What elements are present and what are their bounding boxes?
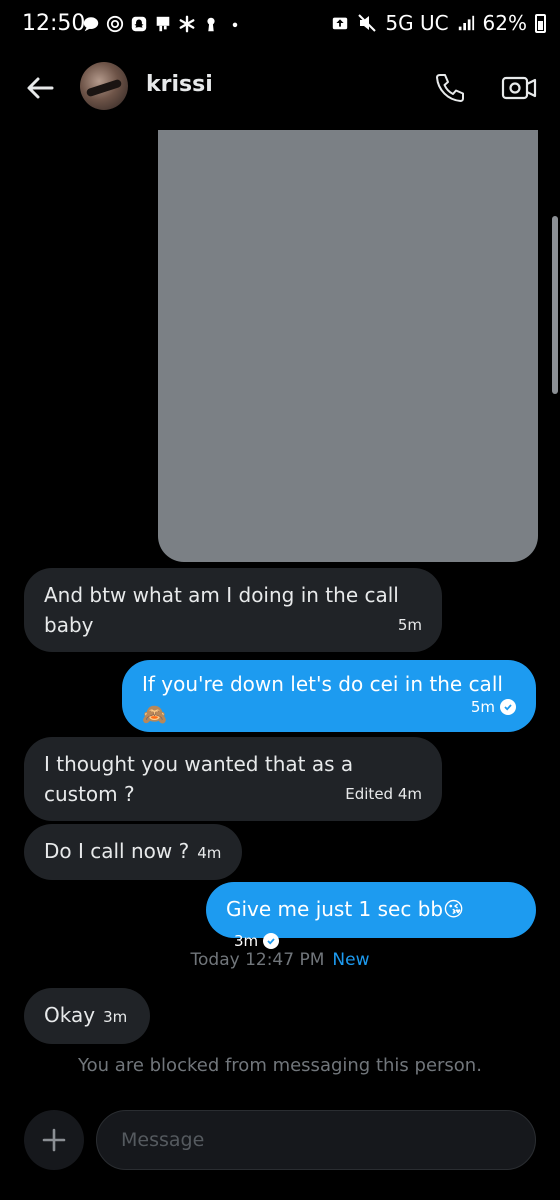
message-received[interactable]: I thought you wanted that as a custom ? … [24, 737, 442, 821]
message-text: And btw what am I doing in the call [44, 583, 399, 607]
read-check-icon [263, 933, 280, 949]
message-received[interactable]: And btw what am I doing in the call baby… [24, 568, 442, 652]
message-sent[interactable]: If you're down let's do cei in the call🙈… [122, 660, 536, 732]
notification-icons [82, 12, 244, 36]
message-received[interactable]: Do I call now ? 4m [24, 824, 242, 880]
message-text: baby [44, 613, 94, 637]
more-notifications-dot-icon [232, 22, 238, 28]
plus-icon [42, 1128, 66, 1152]
message-time: 3m [103, 1008, 128, 1026]
message-time: Edited 4m [345, 785, 422, 803]
threads-notification-icon [106, 15, 124, 33]
status-bar: 12:50 5G UC 62% [0, 0, 560, 50]
read-check-icon [500, 699, 516, 715]
phone-call-icon[interactable] [432, 70, 468, 106]
chat-notification-icon [83, 17, 99, 32]
message-text: Okay [44, 1003, 96, 1027]
blocked-notice: You are blocked from messaging this pers… [78, 1055, 482, 1076]
battery-percent: 62% [482, 11, 527, 35]
message-text: Give me just 1 sec bb😘 [226, 897, 464, 921]
keyhole-notification-icon [207, 17, 215, 32]
back-arrow-icon[interactable] [22, 70, 58, 106]
message-text: I thought you wanted that as a [44, 752, 354, 776]
day-separator: Today 12:47 PM New [0, 950, 560, 970]
contact-name[interactable]: krissi [146, 72, 213, 97]
message-sent[interactable]: Give me just 1 sec bb😘 3m [206, 882, 536, 950]
message-time: 5m [397, 616, 422, 634]
upload-icon [333, 17, 348, 30]
message-text: Do I call now ? [44, 839, 190, 863]
message-text: If you're down let's do cei in the call🙈 [142, 672, 503, 726]
signal-icon [458, 15, 474, 31]
day-separator-label: Today 12:47 PM [190, 950, 325, 970]
shared-media-image[interactable] [158, 130, 538, 562]
conversation-header: krissi [0, 50, 560, 126]
avatar[interactable] [80, 62, 128, 110]
scrollbar[interactable] [552, 216, 558, 394]
battery-icon [535, 13, 546, 33]
video-call-icon[interactable] [500, 70, 538, 106]
message-input[interactable] [96, 1110, 536, 1170]
status-time: 12:50 [22, 11, 86, 36]
status-right: 5G UC 62% [331, 11, 546, 35]
new-messages-label: New [332, 950, 370, 970]
mute-icon [358, 14, 377, 32]
message-time: 4m [197, 844, 222, 862]
message-received[interactable]: Okay 3m [24, 988, 150, 1044]
network-label: 5G UC [385, 11, 449, 35]
message-time: 5m [471, 692, 516, 722]
add-attachment-button[interactable] [24, 1110, 84, 1170]
snapchat-notification-icon [131, 16, 147, 32]
asterisk-notification-icon [179, 15, 195, 33]
app-notification-icon [156, 16, 170, 32]
